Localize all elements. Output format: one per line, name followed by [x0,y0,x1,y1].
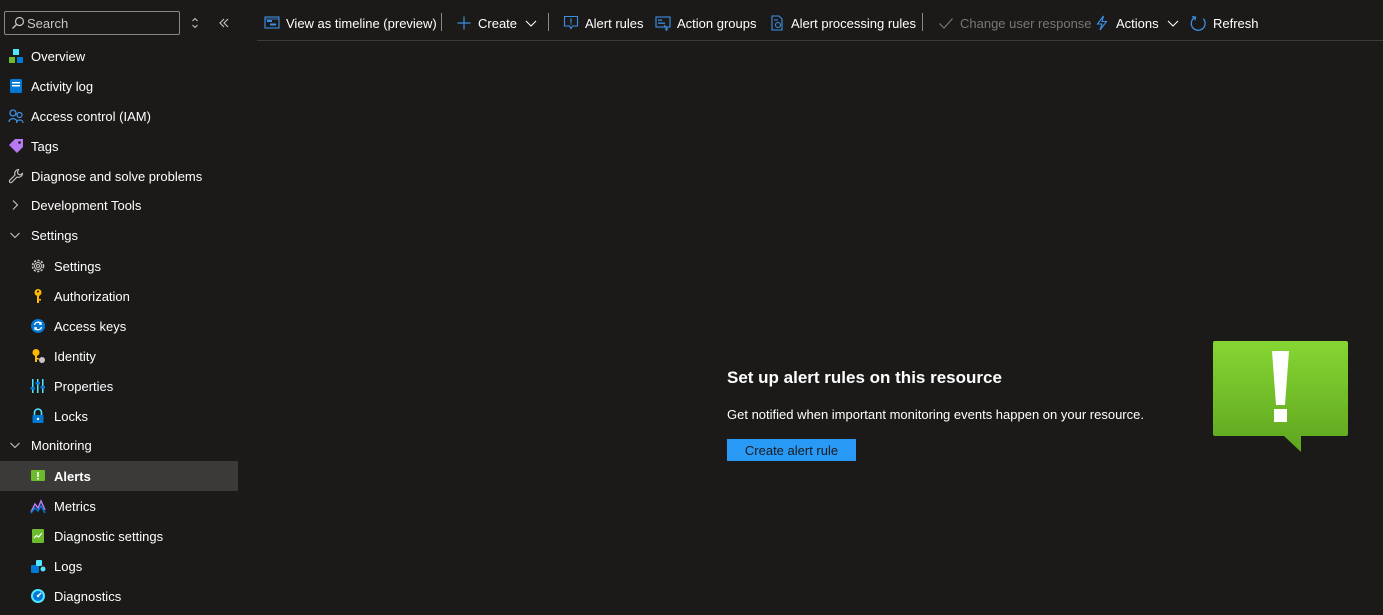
sidebar-group-development-tools[interactable]: Development Tools [0,190,238,220]
sidebar-item-label: Locks [54,409,88,424]
diagnostic-settings-icon [32,529,44,543]
activity-log-icon [10,79,22,93]
sidebar-item-label: Diagnostic settings [54,529,164,544]
action-groups-icon [655,16,671,31]
sidebar-item-label: Properties [54,379,114,394]
azure-portal-alerts-page: Overview Activity log Access control (IA… [0,0,1383,615]
sidebar-item-diagnostics[interactable]: Diagnostics [0,581,238,611]
alert-rules-icon [563,15,579,30]
sidebar-item-label: Settings [31,228,78,243]
sidebar-item-label: Diagnose and solve problems [31,169,203,184]
sidebar-item-label: Metrics [54,499,96,514]
sidebar-item-label: Access control (IAM) [31,109,151,124]
command-bar: View as timeline (preview) Create Alert … [257,0,1383,41]
sidebar-group-monitoring[interactable]: Monitoring [0,430,238,460]
sidebar-item-diagnose-and-solve-problems[interactable]: Diagnose and solve problems [0,161,238,191]
sidebar-search-row [0,11,238,35]
refresh-label: Refresh [1213,15,1259,31]
alert-rules-label: Alert rules [585,15,644,31]
sidebar-group-settings[interactable]: Settings [0,220,238,250]
toolbar-divider [441,13,442,31]
properties-icon [30,379,45,393]
sidebar-item-logs[interactable]: Logs [0,551,238,581]
sidebar-item-label: Overview [31,49,86,64]
sidebar-item-access-keys[interactable]: Access keys [0,311,238,341]
sidebar-search-box[interactable] [4,11,180,35]
sidebar-item-label: Settings [54,259,101,274]
diagnostics-icon [31,589,45,603]
sort-icon[interactable] [188,15,202,31]
actions-button[interactable]: Actions [1094,13,1180,33]
sidebar-item-label: Identity [54,349,96,364]
sidebar-item-label: Tags [31,139,59,154]
alert-illustration-icon [1213,341,1348,452]
lock-icon [32,408,44,423]
create-button[interactable]: Create [456,13,538,33]
overview-icon [9,49,23,63]
access-control-icon [8,109,24,124]
lightning-icon [1096,15,1108,31]
chevron-right-icon [12,200,19,210]
wrench-icon [8,168,24,184]
tag-icon [9,139,23,153]
sidebar-item-label: Diagnostics [54,589,122,604]
action-groups-label: Action groups [677,15,757,31]
sidebar-item-settings[interactable]: Settings [0,251,238,281]
refresh-icon [1190,15,1206,31]
sidebar-item-activity-log[interactable]: Activity log [0,71,238,101]
change-user-response-button[interactable]: Change user response [938,13,1092,33]
view-as-timeline-button[interactable]: View as timeline (preview) [264,13,437,33]
plus-icon [457,16,471,30]
chevron-down-icon [525,20,537,27]
access-keys-icon [31,319,45,333]
action-groups-button[interactable]: Action groups [655,13,757,33]
sidebar-item-label: Development Tools [31,198,142,213]
identity-icon [32,349,45,363]
sidebar-item-authorization[interactable]: Authorization [0,281,238,311]
sidebar-item-label: Activity log [31,79,94,94]
logs-icon [31,560,46,573]
view-as-timeline-label: View as timeline (preview) [286,15,437,31]
collapse-menu-icon[interactable] [215,15,233,31]
empty-state-title: Set up alert rules on this resource [727,368,1002,387]
sidebar-item-alerts[interactable]: Alerts [0,461,238,491]
actions-label: Actions [1116,15,1159,31]
change-user-response-label: Change user response [960,15,1092,31]
key-icon [34,289,42,303]
resource-menu-sidebar: Overview Activity log Access control (IA… [0,0,238,615]
toolbar-divider [922,13,923,31]
create-label: Create [478,15,518,31]
sidebar-item-properties[interactable]: Properties [0,371,238,401]
create-alert-rule-button[interactable]: Create alert rule [727,439,856,461]
sidebar-item-metrics[interactable]: Metrics [0,491,238,521]
alert-processing-rules-icon [771,15,783,31]
alerts-icon [31,470,45,481]
alert-processing-rules-button[interactable]: Alert processing rules [769,13,916,33]
sidebar-item-access-control[interactable]: Access control (IAM) [0,101,238,131]
refresh-button[interactable]: Refresh [1190,13,1259,33]
sidebar-item-locks[interactable]: Locks [0,401,238,431]
alert-rules-button[interactable]: Alert rules [563,13,644,33]
search-icon [12,16,25,29]
sidebar-item-overview[interactable]: Overview [0,41,238,71]
gear-icon [31,259,45,273]
sidebar-item-label: Monitoring [31,438,92,453]
search-input[interactable] [27,14,175,32]
sidebar-item-diagnostic-settings[interactable]: Diagnostic settings [0,521,238,551]
sidebar-item-label: Alerts [54,469,91,484]
sidebar-item-identity[interactable]: Identity [0,341,238,371]
sidebar-item-label: Logs [54,559,83,574]
metrics-icon [30,499,46,514]
checkmark-icon [939,18,953,29]
sidebar-item-label: Access keys [54,319,127,334]
toolbar-divider [548,13,549,31]
timeline-icon [264,16,280,29]
chevron-down-icon [1167,20,1179,27]
empty-state-description: Get notified when important monitoring e… [727,407,1144,422]
chevron-down-icon [10,442,20,449]
sidebar-item-tags[interactable]: Tags [0,131,238,161]
alert-processing-rules-label: Alert processing rules [791,15,916,31]
sidebar-item-label: Authorization [54,289,130,304]
chevron-down-icon [10,232,20,239]
